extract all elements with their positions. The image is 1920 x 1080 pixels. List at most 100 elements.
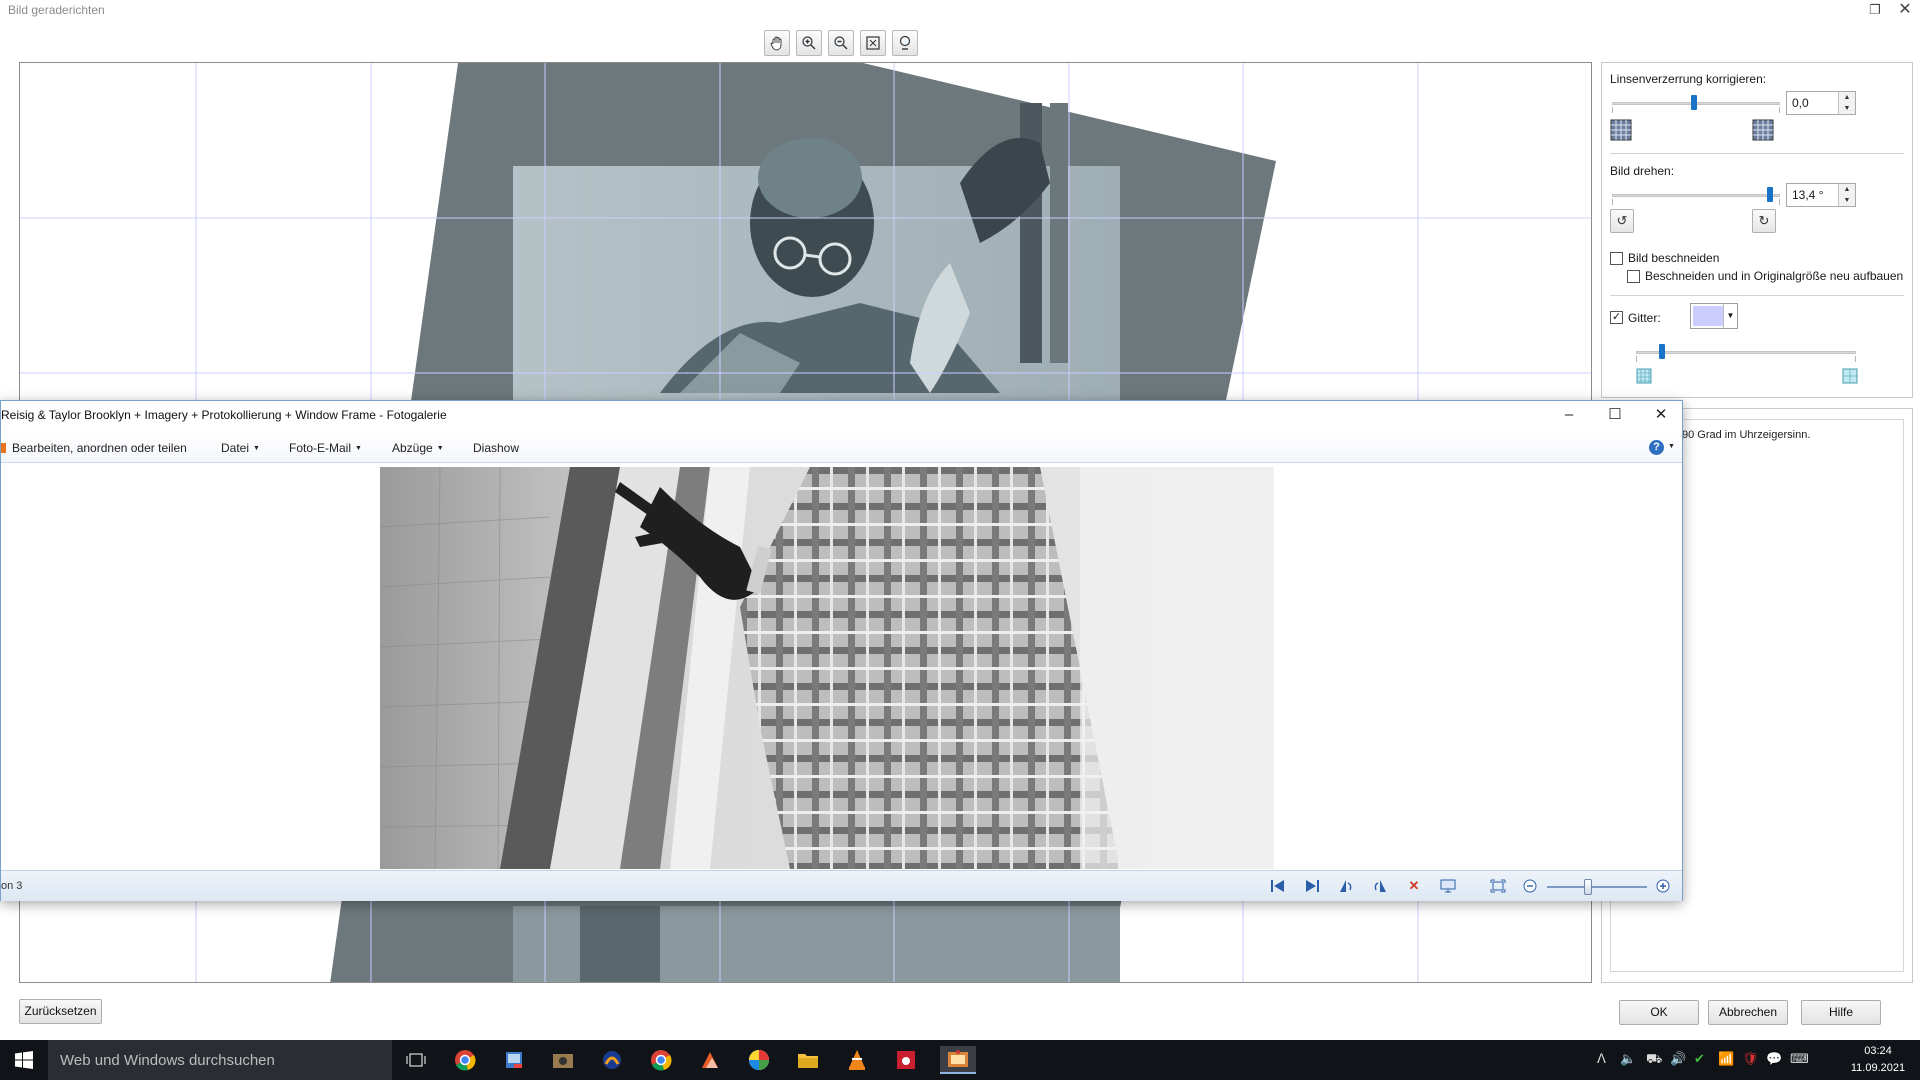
photo-image — [380, 467, 1274, 869]
chevron-down-icon[interactable]: ▼ — [1723, 304, 1737, 328]
task-view-icon[interactable] — [401, 1046, 431, 1074]
grid-checkbox[interactable]: ✓ — [1610, 311, 1623, 324]
zoom-out-icon[interactable] — [1519, 876, 1541, 896]
spin-up-icon[interactable]: ▲ — [1839, 184, 1855, 195]
tray-app-icon[interactable]: ⛟ — [1646, 1051, 1662, 1069]
delete-icon[interactable]: ✕ — [1403, 876, 1425, 896]
tray-volume-muted-icon[interactable]: 🔈 — [1620, 1051, 1636, 1067]
large-grid-icon — [1842, 368, 1858, 384]
caret-icon: ▼ — [253, 445, 260, 452]
menu-edit-arrange-share[interactable]: Bearbeiten, anordnen oder teilen — [1, 441, 187, 455]
lens-correction-label: Linsenverzerrung korrigieren: — [1610, 72, 1767, 86]
reset-button[interactable]: Zurücksetzen — [19, 999, 102, 1024]
maximize-icon[interactable]: ☐ — [1592, 401, 1638, 431]
grid-label: Gitter: — [1628, 311, 1661, 325]
chrome-icon[interactable] — [646, 1046, 676, 1074]
rotate-slider-track[interactable] — [1612, 194, 1780, 197]
grid-color-picker[interactable]: ▼ — [1690, 303, 1738, 329]
restore-icon[interactable]: ❐ — [1860, 0, 1890, 20]
rotate-value-spinner[interactable]: 13,4 ° ▲ ▼ — [1786, 183, 1856, 207]
rotate-slider-thumb[interactable] — [1767, 187, 1773, 202]
close-icon[interactable]: ✕ — [1890, 0, 1920, 20]
browser-icon[interactable] — [597, 1046, 627, 1074]
zoom-out-icon[interactable] — [828, 30, 854, 56]
small-grid-icon — [1636, 368, 1652, 384]
antivirus-icon[interactable]: 🛡 — [1742, 1051, 1759, 1067]
rotate-right-icon[interactable]: ↻ — [1752, 209, 1776, 233]
rotate-label: Bild drehen: — [1610, 164, 1675, 178]
previous-icon[interactable] — [1267, 876, 1289, 896]
security-icon[interactable]: ✔ — [1694, 1051, 1705, 1067]
menu-photo-email[interactable]: Foto-E-Mail ▼ — [289, 441, 362, 455]
crop-checkbox[interactable] — [1610, 252, 1623, 265]
zoom-slider-track[interactable] — [1547, 886, 1647, 888]
hand-icon[interactable] — [764, 30, 790, 56]
actual-size-icon[interactable] — [1487, 876, 1509, 896]
rotate-left-icon[interactable]: ↺ — [1610, 209, 1634, 233]
menu-bar: Bearbeiten, anordnen oder teilen Datei ▼ … — [1, 433, 1682, 463]
photos-app-icon[interactable] — [744, 1046, 774, 1074]
ok-button[interactable]: OK — [1619, 1000, 1699, 1025]
help-text: 90 Grad im Uhrzeigersinn. — [1682, 429, 1811, 441]
search-placeholder: Web und Windows durchsuchen — [60, 1052, 275, 1069]
lens-value-spinner[interactable]: 0,0 ▲ ▼ — [1786, 91, 1856, 115]
status-bar: on 3 ✕ — [1, 870, 1682, 901]
camera-app-icon[interactable] — [548, 1046, 578, 1074]
grid-size-slider-thumb[interactable] — [1659, 344, 1665, 359]
actual-size-icon[interactable] — [892, 30, 918, 56]
displayed-photo[interactable] — [380, 467, 1274, 869]
chrome-icon[interactable] — [450, 1046, 480, 1074]
lens-slider-thumb[interactable] — [1691, 95, 1697, 110]
close-icon[interactable]: ✕ — [1638, 401, 1684, 431]
crop-label: Bild beschneiden — [1628, 251, 1720, 265]
status-text: on 3 — [1, 880, 23, 892]
spin-down-icon[interactable]: ▼ — [1839, 195, 1855, 206]
cancel-button[interactable]: Abbrechen — [1708, 1000, 1788, 1025]
volume-icon[interactable]: 🔊 — [1670, 1051, 1686, 1067]
file-explorer-icon[interactable] — [793, 1046, 823, 1074]
windows-start-icon[interactable] — [0, 1040, 48, 1080]
spin-down-icon[interactable]: ▼ — [1839, 103, 1855, 114]
taskbar-clock[interactable]: 03:24 11.09.2021 — [1848, 1043, 1908, 1077]
photo-gallery-window: Reisig & Taylor Brooklyn + Imagery + Pro… — [0, 400, 1683, 901]
taskbar-search[interactable]: Web und Windows durchsuchen — [48, 1040, 392, 1080]
settings-panel: Linsenverzerrung korrigieren: 0,0 ▲ ▼ Bil… — [1601, 62, 1913, 398]
crop-resize-checkbox[interactable] — [1627, 270, 1640, 283]
crop-resize-label: Beschneiden und in Originalgröße neu auf… — [1645, 269, 1904, 283]
photo-booth-icon[interactable] — [891, 1046, 921, 1074]
notifications-icon[interactable]: 💬 — [1766, 1051, 1782, 1067]
zoom-slider-thumb[interactable] — [1584, 879, 1592, 895]
help-button[interactable]: Hilfe — [1801, 1000, 1881, 1025]
office-app-icon[interactable] — [695, 1046, 725, 1074]
menu-slideshow[interactable]: Diashow — [473, 441, 519, 455]
photo-gallery-taskbar-icon[interactable] — [940, 1046, 976, 1074]
help-icon[interactable]: ? ▼ — [1649, 439, 1675, 455]
barrel-distortion-icon[interactable] — [1610, 119, 1632, 141]
next-icon[interactable] — [1301, 876, 1323, 896]
pincushion-distortion-icon[interactable] — [1752, 119, 1774, 141]
edit-icon — [1, 443, 6, 453]
image-viewer-icon[interactable] — [499, 1046, 529, 1074]
fit-to-window-icon[interactable] — [860, 30, 886, 56]
vlc-icon[interactable] — [842, 1046, 872, 1074]
rotate-value: 13,4 ° — [1792, 188, 1824, 202]
people-icon[interactable]: ᐱ — [1597, 1051, 1606, 1067]
network-icon[interactable]: 📶 — [1718, 1051, 1734, 1067]
lens-value: 0,0 — [1792, 96, 1809, 110]
dialog-title: Bild geraderichten — [8, 3, 105, 17]
caret-icon: ▼ — [355, 445, 362, 452]
grid-size-slider-track[interactable] — [1636, 351, 1856, 354]
grid-color-swatch — [1693, 306, 1723, 326]
zoom-in-icon[interactable] — [1652, 876, 1674, 896]
clock-time: 03:24 — [1864, 1045, 1892, 1057]
rotate-counterclockwise-icon[interactable] — [1335, 876, 1357, 896]
caret-icon: ▼ — [436, 445, 444, 452]
spin-up-icon[interactable]: ▲ — [1839, 92, 1855, 103]
zoom-in-icon[interactable] — [796, 30, 822, 56]
rotate-clockwise-icon[interactable] — [1369, 876, 1391, 896]
minimize-icon[interactable]: – — [1546, 401, 1592, 431]
menu-prints[interactable]: Abzüge ▼ — [392, 441, 444, 455]
keyboard-icon[interactable]: ⌨ — [1790, 1051, 1809, 1067]
slideshow-icon[interactable] — [1437, 876, 1459, 896]
menu-file[interactable]: Datei ▼ — [221, 441, 260, 455]
